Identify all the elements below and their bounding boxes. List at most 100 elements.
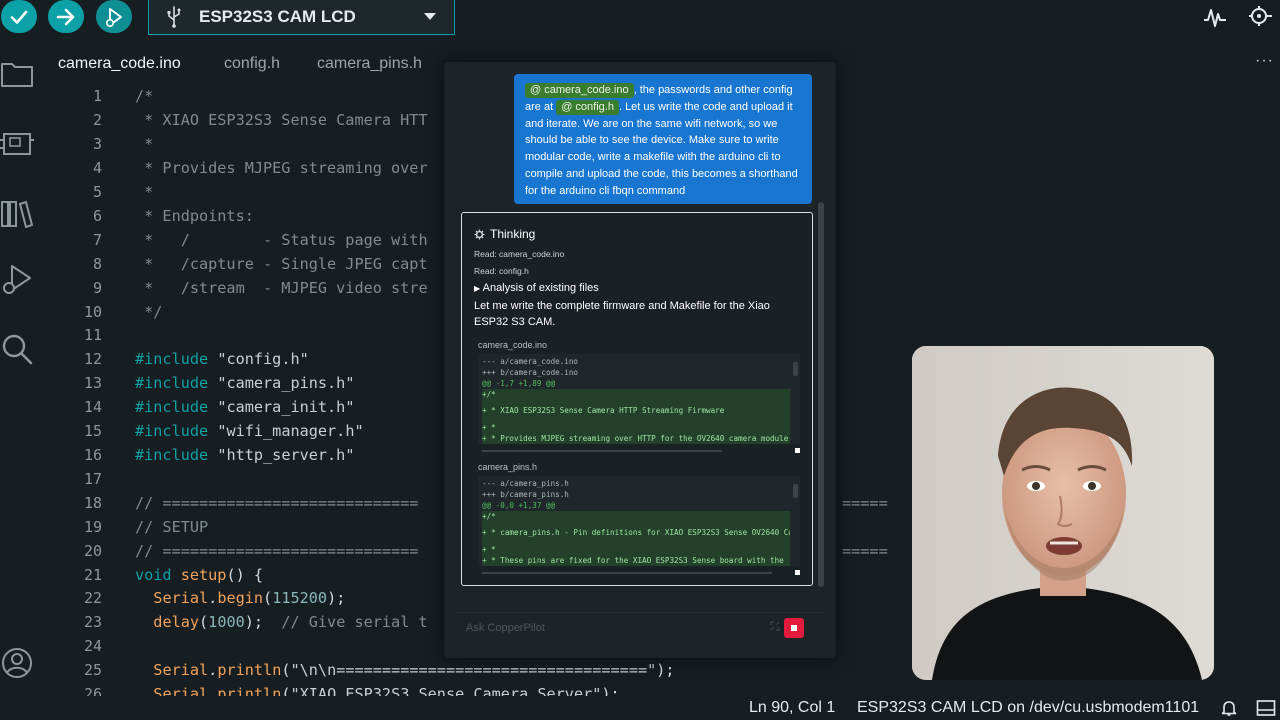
panel-toggle-icon[interactable] <box>1256 699 1276 717</box>
line-number: 16 <box>83 446 102 464</box>
line-number: 26 <box>83 685 102 696</box>
bell-icon[interactable] <box>1220 699 1238 717</box>
diff-line: + * XIAO ESP32S3 Sense Camera HTTP Strea… <box>482 400 790 422</box>
analysis-label: Analysis of existing files <box>482 282 599 294</box>
account-icon[interactable] <box>0 646 34 680</box>
code-line: void setup() { <box>135 566 263 584</box>
serial-plotter-icon[interactable] <box>1202 4 1228 30</box>
diff-scrollbar[interactable] <box>793 484 798 498</box>
debug-play-icon <box>106 7 122 27</box>
serial-object: Serial <box>153 685 209 696</box>
diff-line: +/* <box>482 389 790 400</box>
board-name: ESP32S3 CAM LCD <box>199 7 356 26</box>
folder-icon[interactable] <box>0 56 34 90</box>
diff-block[interactable]: --- a/camera_code.ino +++ b/camera_code.… <box>478 354 800 453</box>
board-manager-icon[interactable] <box>0 126 34 160</box>
chat-scrollbar[interactable] <box>818 202 824 587</box>
serial-monitor-icon[interactable] <box>1246 4 1274 30</box>
diff-line: + * Provides MJPEG streaming over HTTP f… <box>482 433 790 444</box>
board-selector[interactable]: ESP32S3 CAM LCD <box>148 0 455 35</box>
line-number: 20 <box>83 542 102 560</box>
function-name: delay <box>153 613 200 631</box>
code-string: "\n\n==================================" <box>290 661 657 679</box>
stop-icon <box>791 625 797 631</box>
line-number: 9 <box>92 279 102 297</box>
code-line: * / - Status page with <box>135 231 428 249</box>
file-chip-config[interactable]: @ config.h <box>556 99 619 115</box>
status-bar: Ln 90, Col 1 ESP32S3 CAM LCD on /dev/cu.… <box>0 696 1280 720</box>
code-line: #include "camera_init.h" <box>135 398 354 416</box>
code-line: Serial.println("XIAO ESP32S3 Sense Camer… <box>135 685 619 696</box>
diff-block[interactable]: --- a/camera_pins.h +++ b/camera_pins.h … <box>478 476 800 575</box>
search-icon[interactable] <box>0 332 34 366</box>
code-line: * <box>135 183 154 201</box>
gear-icon <box>474 228 485 240</box>
function-name: println <box>217 685 282 696</box>
include-keyword: #include <box>135 350 209 368</box>
code-line: * Provides MJPEG streaming over <box>135 159 428 177</box>
code-number: 1000 <box>208 613 245 631</box>
chevron-down-icon <box>424 13 436 20</box>
thinking-header[interactable]: Thinking <box>474 227 535 241</box>
ide-window: ESP32S3 CAM LCD camera_code.ino config.h… <box>0 0 1280 720</box>
include-path: "camera_pins.h" <box>217 374 355 392</box>
diff-resize-corner <box>795 448 800 453</box>
code-number: 115200 <box>272 589 328 607</box>
diff-hscrollbar[interactable] <box>482 572 772 574</box>
expand-icon[interactable] <box>770 621 780 631</box>
code-line: */ <box>135 303 163 321</box>
tab-camera-code[interactable]: camera_code.ino <box>58 55 181 73</box>
diff-scrollbar[interactable] <box>793 362 798 376</box>
code-line: * XIAO ESP32S3 Sense Camera HTT <box>135 111 428 129</box>
code-line: #include "camera_pins.h" <box>135 374 354 392</box>
usb-icon <box>167 6 181 28</box>
diff-line: --- a/camera_code.ino <box>482 357 579 366</box>
code-line: #include "config.h" <box>135 350 309 368</box>
line-number: 6 <box>92 207 102 225</box>
toolbar: ESP32S3 CAM LCD <box>0 0 1280 35</box>
code-line: Serial.println("\n\n====================… <box>153 661 675 679</box>
code-line: // ============================ <box>135 542 419 560</box>
verify-button[interactable] <box>1 0 37 33</box>
code-line: // SETUP <box>135 518 209 536</box>
line-number: 22 <box>83 589 102 607</box>
include-keyword: #include <box>135 446 209 464</box>
stop-button[interactable] <box>784 618 804 638</box>
line-number: 18 <box>83 494 102 512</box>
line-number: 8 <box>92 255 102 273</box>
read-file-line: Read: camera_code.ino <box>474 249 565 259</box>
more-tabs-button[interactable]: ··· <box>1255 52 1274 70</box>
line-number: 11 <box>83 326 102 344</box>
serial-object: Serial <box>153 661 209 679</box>
code-line-tail: ===== <box>842 494 888 512</box>
diff-hscrollbar[interactable] <box>482 450 722 452</box>
line-number: 25 <box>83 661 102 679</box>
copilot-chat-panel: @ camera_code.ino, the passwords and oth… <box>444 62 836 658</box>
upload-button[interactable] <box>48 0 84 33</box>
line-number: 13 <box>83 374 102 392</box>
debug-button[interactable] <box>96 0 132 33</box>
code-punct: () { <box>226 566 264 584</box>
library-icon[interactable] <box>0 196 34 230</box>
tab-config[interactable]: config.h <box>224 55 280 73</box>
diff-line: + * These pins are fixed for the XIAO ES… <box>482 555 790 566</box>
debug-icon[interactable] <box>0 262 34 296</box>
code-line: * <box>135 135 154 153</box>
diff-resize-corner <box>795 570 800 575</box>
thinking-card: Thinking Read: camera_code.ino Read: con… <box>461 212 813 586</box>
analysis-toggle[interactable]: ▶ Analysis of existing files <box>474 282 599 294</box>
line-number: 21 <box>83 566 102 584</box>
include-keyword: #include <box>135 374 209 392</box>
diff-line: + * <box>482 422 790 433</box>
function-name: println <box>217 661 282 679</box>
code-comment: // Give serial t <box>281 613 428 631</box>
board-port-status[interactable]: ESP32S3 CAM LCD on /dev/cu.usbmodem1101 <box>857 699 1199 717</box>
code-string: "XIAO ESP32S3 Sense Camera Server" <box>290 685 602 696</box>
function-name: begin <box>217 589 264 607</box>
cursor-position[interactable]: Ln 90, Col 1 <box>749 699 835 717</box>
ask-input[interactable]: Ask CopperPilot <box>456 612 824 644</box>
tab-camera-pins[interactable]: camera_pins.h <box>317 55 422 73</box>
file-chip-camera-code[interactable]: @ camera_code.ino <box>525 83 634 98</box>
diff-line: +/* <box>482 511 790 522</box>
code-line: /* <box>135 87 154 105</box>
